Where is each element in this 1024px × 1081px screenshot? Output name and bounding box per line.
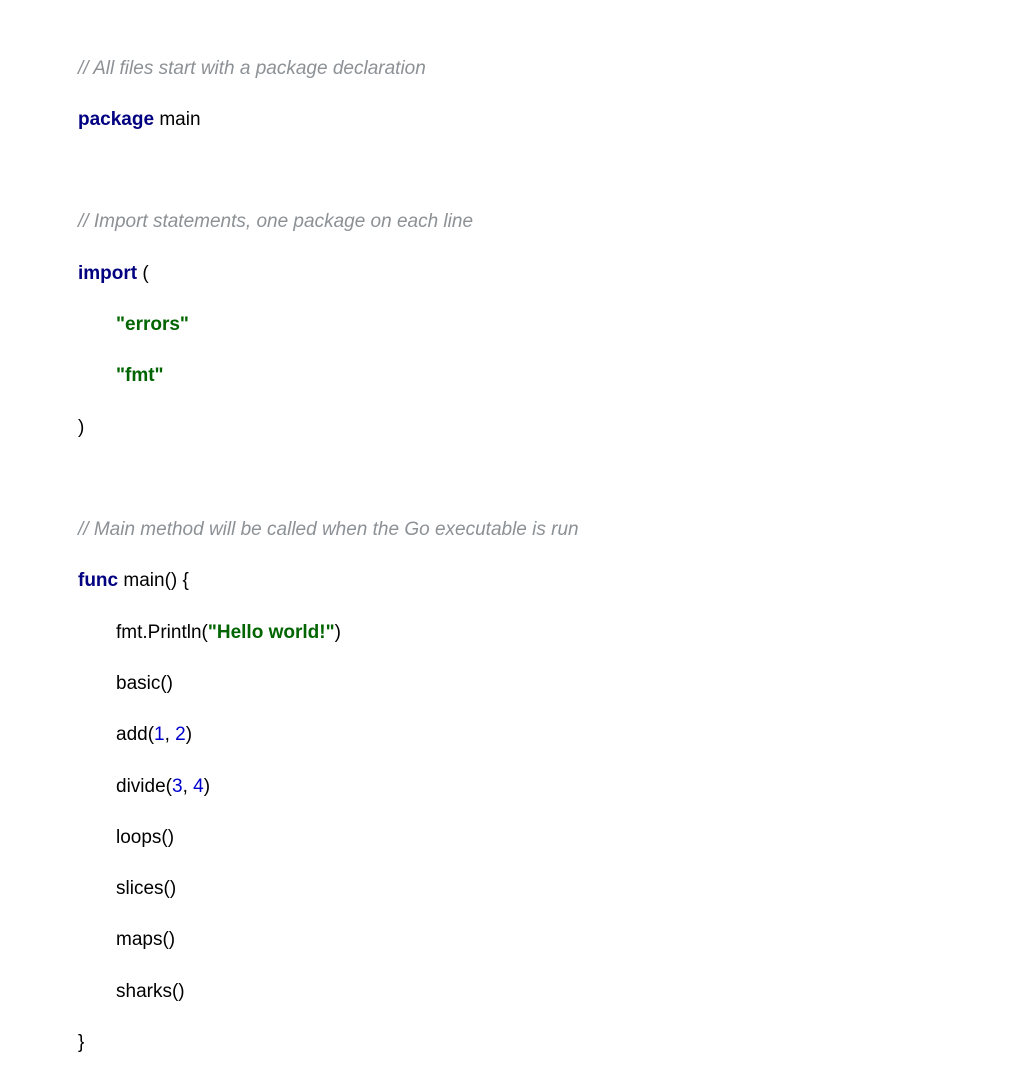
func-close-brace: } [78, 1032, 84, 1053]
go-code-snippet: // All files start with a package declar… [0, 0, 1024, 1081]
call-add-open: add( [116, 724, 154, 745]
keyword-import: import [78, 263, 137, 284]
num-1: 1 [154, 724, 165, 745]
call-println-open: fmt.Println( [116, 622, 208, 643]
string-hello-world: "Hello world!" [208, 622, 335, 643]
import-open-paren: ( [137, 263, 149, 284]
call-println-close: ) [335, 622, 341, 643]
keyword-package: package [78, 109, 154, 130]
comma-1: , [165, 724, 176, 745]
import-fmt: "fmt" [116, 365, 164, 386]
num-3: 3 [172, 776, 183, 797]
comment-imports: // Import statements, one package on eac… [78, 211, 473, 232]
comma-2: , [183, 776, 194, 797]
call-divide-close: ) [204, 776, 210, 797]
call-divide-open: divide( [116, 776, 172, 797]
call-slices: slices() [116, 878, 176, 899]
call-basic: basic() [116, 673, 173, 694]
call-loops: loops() [116, 827, 174, 848]
package-name: main [154, 109, 200, 130]
call-sharks: sharks() [116, 981, 185, 1002]
import-close-paren: ) [78, 417, 84, 438]
import-errors: "errors" [116, 314, 189, 335]
comment-package-decl: // All files start with a package declar… [78, 58, 426, 79]
num-4: 4 [193, 776, 204, 797]
call-maps: maps() [116, 929, 175, 950]
comment-main: // Main method will be called when the G… [78, 519, 579, 540]
func-main-sig: main() { [118, 570, 189, 591]
call-add-close: ) [186, 724, 192, 745]
num-2: 2 [175, 724, 186, 745]
keyword-func: func [78, 570, 118, 591]
